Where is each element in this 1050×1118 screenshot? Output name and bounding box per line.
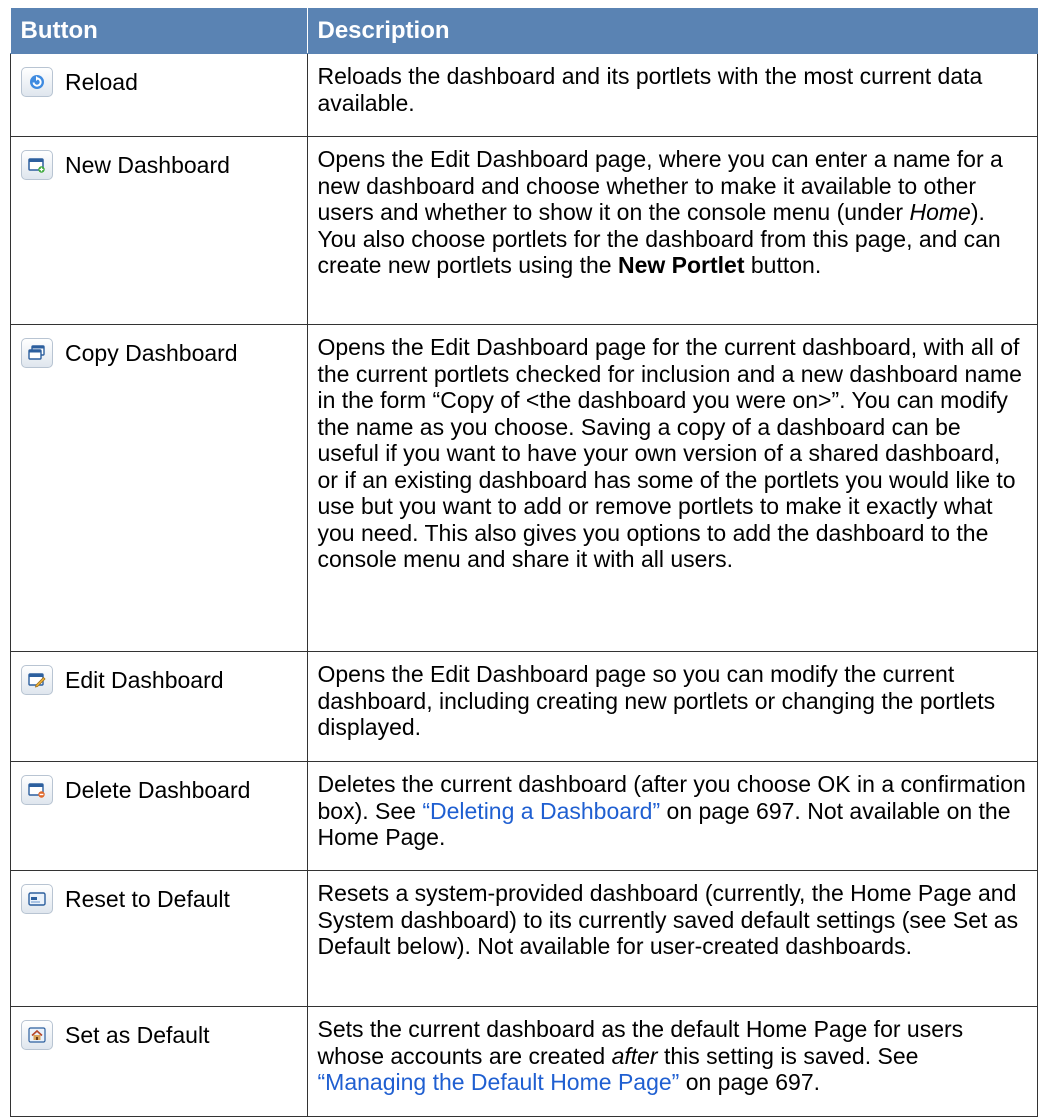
table-row: Reset to Default Resets a system-provide… [10,870,1038,1007]
button-label: Reload [65,69,138,95]
button-label: New Dashboard [65,152,230,178]
table-header-row: Button Description [10,8,1038,54]
copy-dashboard-icon[interactable] [21,338,53,368]
button-description-table: Button Description Reload Reloads the da… [10,8,1038,1117]
reset-to-default-icon[interactable] [21,884,53,914]
edit-dashboard-icon[interactable] [21,665,53,695]
column-header-description: Description [307,8,1038,54]
table-row: Delete Dashboard Deletes the current das… [10,761,1038,871]
button-label: Delete Dashboard [65,777,251,803]
table-row: Copy Dashboard Opens the Edit Dashboard … [10,324,1038,652]
description-cell: Opens the Edit Dashboard page, where you… [307,136,1038,325]
button-label: Set as Default [65,1022,210,1048]
table-row: Reload Reloads the dashboard and its por… [10,53,1038,137]
button-label: Copy Dashboard [65,340,238,366]
table-row: New Dashboard Opens the Edit Dashboard p… [10,136,1038,325]
table-row: Set as Default Sets the current dashboar… [10,1006,1038,1117]
button-label: Edit Dashboard [65,667,224,693]
description-cell: Deletes the current dashboard (after you… [307,761,1038,871]
table-row: Edit Dashboard Opens the Edit Dashboard … [10,651,1038,762]
managing-default-home-page-link[interactable]: “Managing the Default Home Page” [318,1069,680,1095]
new-dashboard-icon[interactable] [21,150,53,180]
description-cell: Opens the Edit Dashboard page for the cu… [307,324,1038,652]
column-header-button: Button [10,8,308,54]
delete-dashboard-icon[interactable] [21,775,53,805]
reload-icon[interactable] [21,67,53,97]
deleting-a-dashboard-link[interactable]: “Deleting a Dashboard” [422,798,660,824]
description-cell: Sets the current dashboard as the defaul… [307,1006,1038,1117]
description-cell: Resets a system-provided dashboard (curr… [307,870,1038,1007]
description-cell: Reloads the dashboard and its portlets w… [307,53,1038,137]
set-as-default-icon[interactable] [21,1020,53,1050]
button-label: Reset to Default [65,886,230,912]
description-cell: Opens the Edit Dashboard page so you can… [307,651,1038,762]
